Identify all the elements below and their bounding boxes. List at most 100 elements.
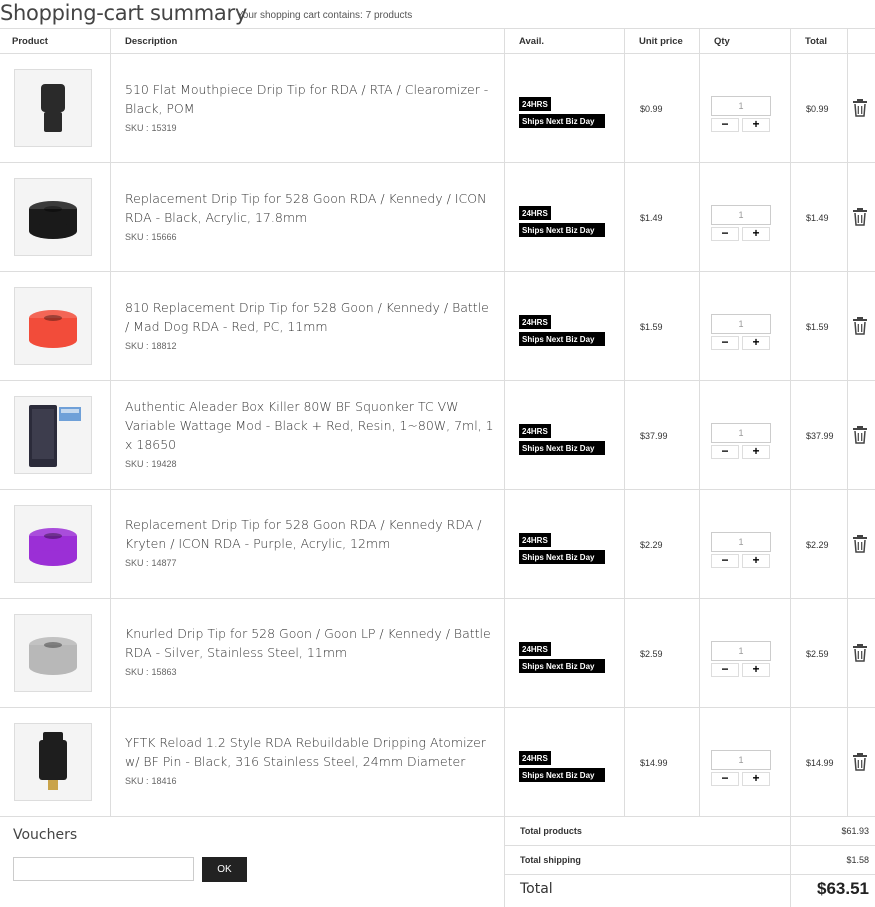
availability-ships: Ships Next Biz Day [519,550,605,564]
vouchers-title: Vouchers [13,827,78,843]
availability-24hrs: 24HRS [519,97,551,111]
quantity-input[interactable]: 1 [711,96,771,116]
availability-badge: 24HRS Ships Next Biz Day [519,639,605,673]
sku-label: SKU : [125,667,149,677]
product-name-link[interactable]: Replacement Drip Tip for 528 Goon RDA / … [125,515,495,553]
row-divider [505,845,875,846]
product-name-link[interactable]: 810 Replacement Drip Tip for 528 Goon / … [125,298,495,336]
trash-icon[interactable] [852,753,868,771]
quantity-decrease-button[interactable]: − [711,772,739,786]
availability-24hrs: 24HRS [519,642,551,656]
line-total: $0.99 [806,104,829,114]
unit-price: $14.99 [640,758,668,768]
line-total: $1.49 [806,213,829,223]
sku-label: SKU : [125,459,149,469]
sku-value: 18812 [151,341,177,351]
availability-ships: Ships Next Biz Day [519,114,605,128]
quantity-input[interactable]: 1 [711,750,771,770]
quantity-input[interactable]: 1 [711,423,771,443]
page-title: Shopping-cart summary [0,1,247,25]
trash-icon[interactable] [852,535,868,553]
sku-label: SKU : [125,341,149,351]
product-name-link[interactable]: YFTK Reload 1.2 Style RDA Rebuildable Dr… [125,733,495,771]
product-image [39,732,67,790]
availability-24hrs: 24HRS [519,424,551,438]
sku-label: SKU : [125,123,149,133]
product-name-link[interactable]: Replacement Drip Tip for 528 Goon RDA / … [125,189,495,227]
cart-row: YFTK Reload 1.2 Style RDA Rebuildable Dr… [0,708,875,817]
quantity-input[interactable]: 1 [711,205,771,225]
availability-24hrs: 24HRS [519,533,551,547]
quantity-input[interactable]: 1 [711,641,771,661]
product-sku: SKU :15319 [125,123,495,133]
availability-badge: 24HRS Ships Next Biz Day [519,203,605,237]
product-description: 510 Flat Mouthpiece Drip Tip for RDA / R… [125,80,495,133]
product-name-link[interactable]: Authentic Aleader Box Killer 80W BF Squo… [125,397,495,454]
availability-badge: 24HRS Ships Next Biz Day [519,421,605,455]
availability-badge: 24HRS Ships Next Biz Day [519,94,605,128]
trash-icon[interactable] [852,426,868,444]
product-image [29,405,81,467]
product-thumbnail[interactable] [14,614,92,692]
product-description: Replacement Drip Tip for 528 Goon RDA / … [125,189,495,242]
availability-badge: 24HRS Ships Next Biz Day [519,312,605,346]
trash-icon[interactable] [852,208,868,226]
product-image [29,637,77,675]
quantity-increase-button[interactable]: + [742,118,770,132]
grand-total-value: $63.51 [817,879,869,898]
voucher-ok-button[interactable]: OK [202,857,247,882]
product-thumbnail[interactable] [14,178,92,256]
product-description: YFTK Reload 1.2 Style RDA Rebuildable Dr… [125,733,495,786]
quantity-increase-button[interactable]: + [742,445,770,459]
row-divider [0,816,875,817]
product-name-link[interactable]: 510 Flat Mouthpiece Drip Tip for RDA / R… [125,80,495,118]
sku-label: SKU : [125,558,149,568]
product-thumbnail[interactable] [14,287,92,365]
product-image [29,528,77,566]
availability-ships: Ships Next Biz Day [519,441,605,455]
sku-value: 15319 [151,123,177,133]
unit-price: $2.29 [640,540,663,550]
availability-24hrs: 24HRS [519,751,551,765]
quantity-input[interactable]: 1 [711,532,771,552]
trash-icon[interactable] [852,317,868,335]
trash-icon[interactable] [852,99,868,117]
cart-row: Knurled Drip Tip for 528 Goon / Goon LP … [0,599,875,708]
quantity-decrease-button[interactable]: − [711,118,739,132]
product-thumbnail[interactable] [14,723,92,801]
quantity-increase-button[interactable]: + [742,663,770,677]
cart-row: Authentic Aleader Box Killer 80W BF Squo… [0,381,875,490]
product-sku: SKU :19428 [125,459,495,469]
product-sku: SKU :15863 [125,667,495,677]
quantity-decrease-button[interactable]: − [711,663,739,677]
cart-row: 510 Flat Mouthpiece Drip Tip for RDA / R… [0,54,875,163]
column-header-availability: Avail. [519,36,544,47]
quantity-decrease-button[interactable]: − [711,336,739,350]
quantity-increase-button[interactable]: + [742,772,770,786]
sku-label: SKU : [125,776,149,786]
quantity-input[interactable]: 1 [711,314,771,334]
column-header-unit-price: Unit price [639,36,683,47]
product-thumbnail[interactable] [14,505,92,583]
column-header-total: Total [805,36,827,47]
quantity-decrease-button[interactable]: − [711,227,739,241]
sku-value: 18416 [151,776,177,786]
total-products-value: $61.93 [841,826,869,836]
product-thumbnail[interactable] [14,396,92,474]
product-description: Replacement Drip Tip for 528 Goon RDA / … [125,515,495,568]
voucher-code-input[interactable] [13,857,194,881]
sku-value: 19428 [151,459,177,469]
quantity-increase-button[interactable]: + [742,336,770,350]
trash-icon[interactable] [852,644,868,662]
quantity-decrease-button[interactable]: − [711,445,739,459]
quantity-increase-button[interactable]: + [742,227,770,241]
column-header-qty: Qty [714,36,730,47]
product-description: 810 Replacement Drip Tip for 528 Goon / … [125,298,495,351]
product-name-link[interactable]: Knurled Drip Tip for 528 Goon / Goon LP … [125,624,495,662]
product-thumbnail[interactable] [14,69,92,147]
line-total: $37.99 [806,431,834,441]
quantity-decrease-button[interactable]: − [711,554,739,568]
cart-table-header: Product Description Avail. Unit price Qt… [0,28,875,54]
quantity-increase-button[interactable]: + [742,554,770,568]
unit-price: $0.99 [640,104,663,114]
